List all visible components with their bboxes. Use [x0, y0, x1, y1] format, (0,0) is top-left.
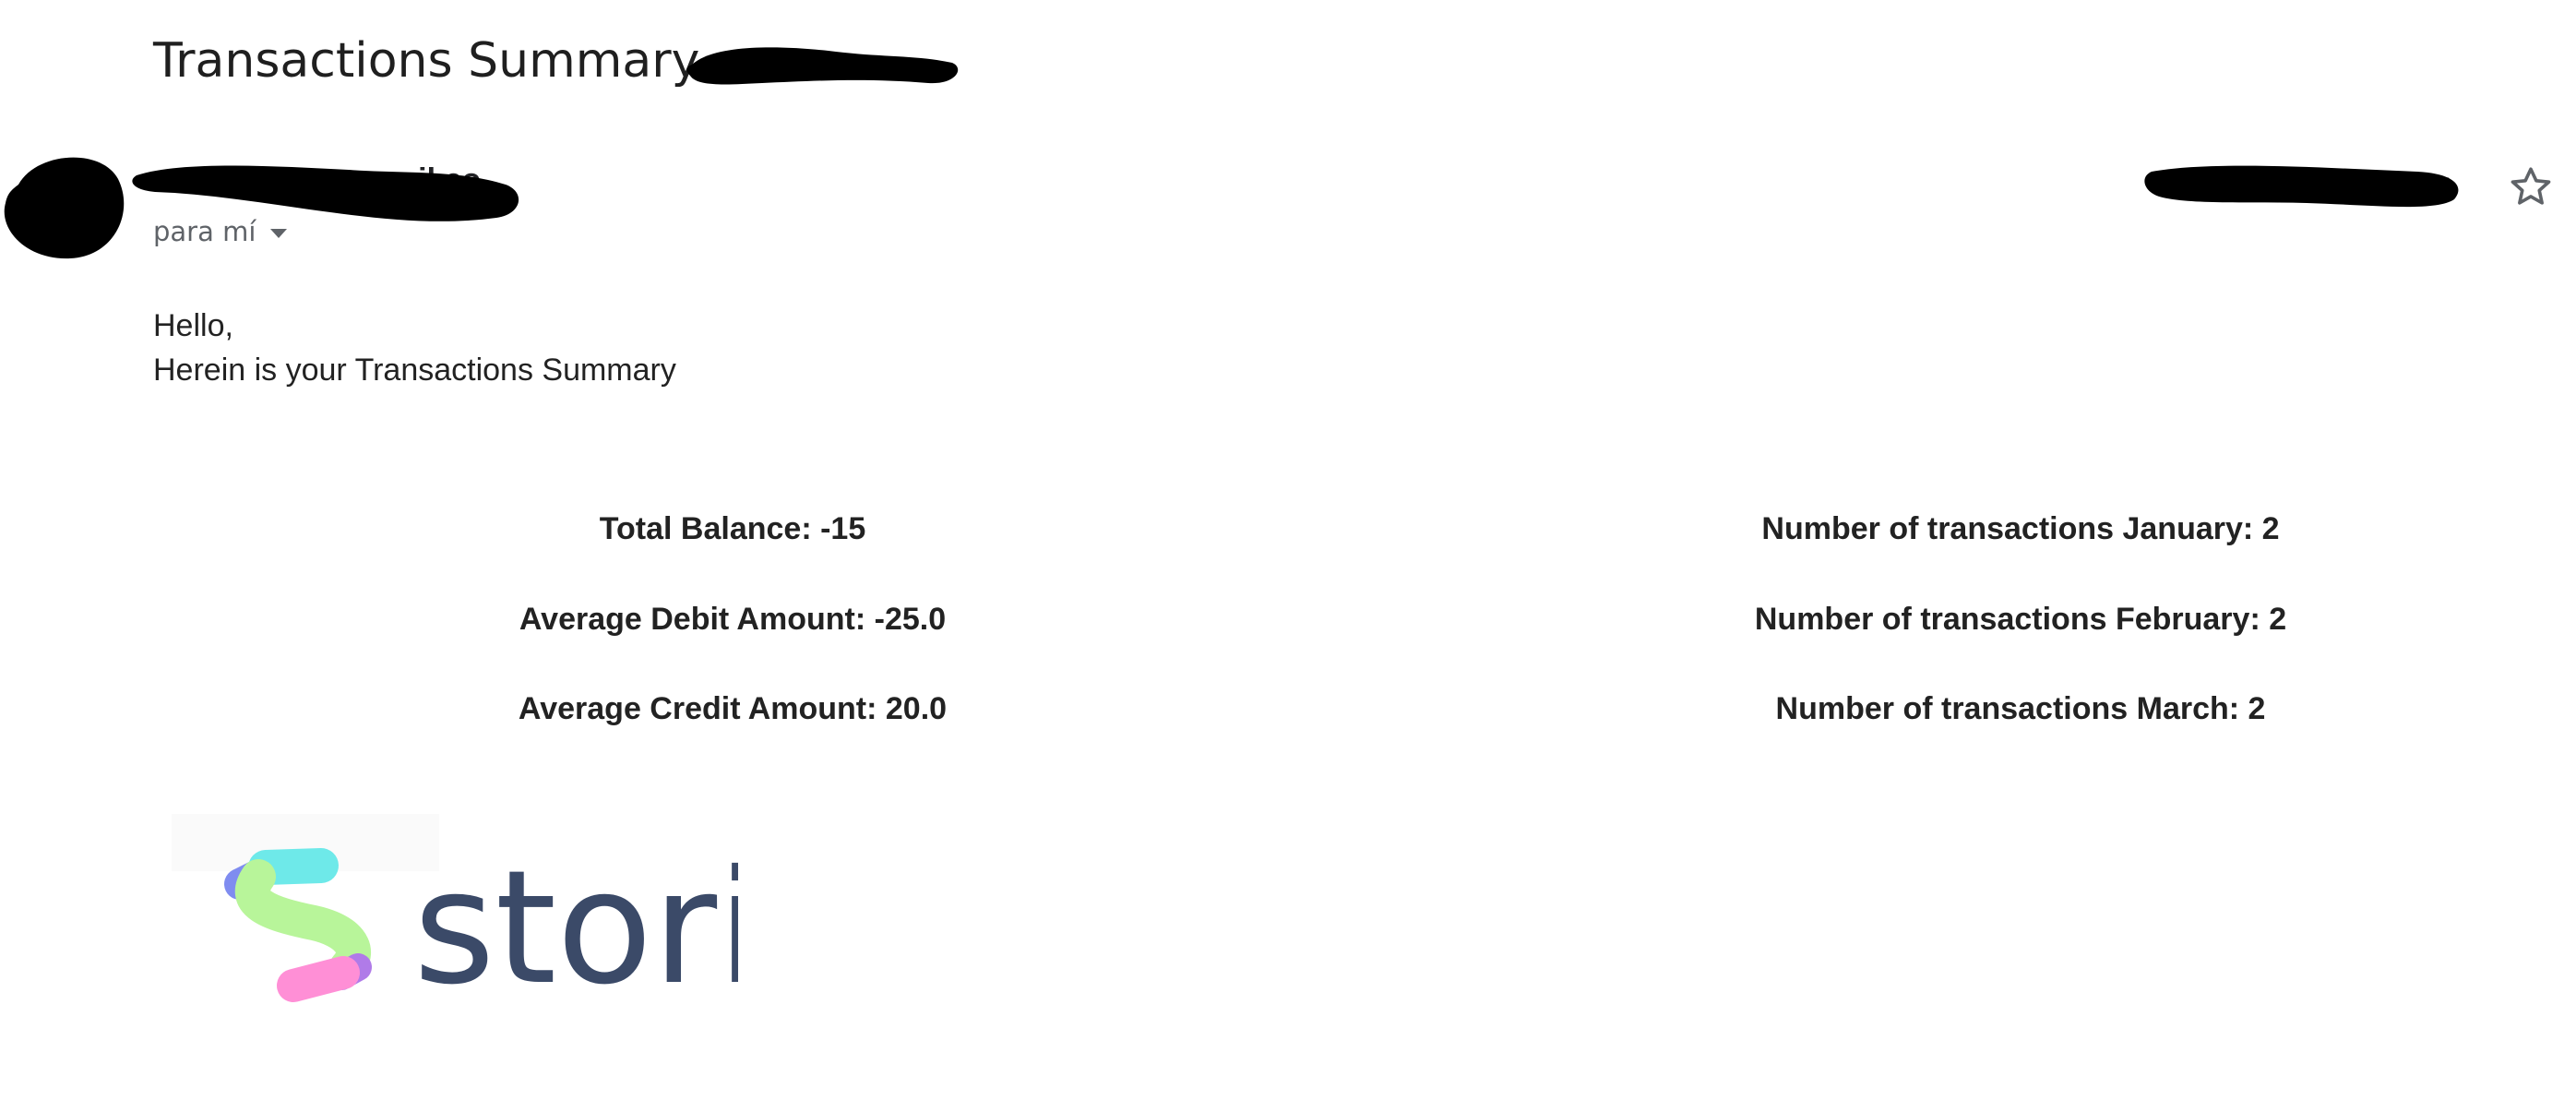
greeting-text: Hello, [153, 308, 233, 343]
star-outline-icon [2510, 167, 2551, 205]
sender-avatar [0, 148, 135, 264]
stori-mark-icon: stori [224, 837, 760, 1020]
recipient-details-toggle[interactable]: para mí [153, 216, 288, 247]
stat-transactions-january: Number of transactions January: 2 [1761, 511, 2280, 546]
star-button[interactable] [2506, 162, 2556, 212]
stat-transactions-march: Number of transactions March: 2 [1775, 691, 2266, 726]
stori-logo: stori [166, 810, 760, 1020]
redaction-date [2141, 159, 2463, 216]
stat-total-balance: Total Balance: -15 [599, 511, 866, 546]
stat-average-debit: Average Debit Amount: -25.0 [519, 602, 947, 637]
stat-average-credit: Average Credit Amount: 20.0 [518, 691, 948, 726]
stori-wordmark: stori [413, 837, 738, 1004]
chevron-down-icon [270, 229, 288, 238]
redaction-subject [679, 35, 965, 96]
intro-text: Herein is your Transactions Summary [153, 353, 676, 388]
email-subject: Transactions Summary [153, 33, 700, 89]
recipient-label: para mí [153, 216, 256, 247]
stat-transactions-february: Number of transactions February: 2 [1754, 602, 2287, 637]
